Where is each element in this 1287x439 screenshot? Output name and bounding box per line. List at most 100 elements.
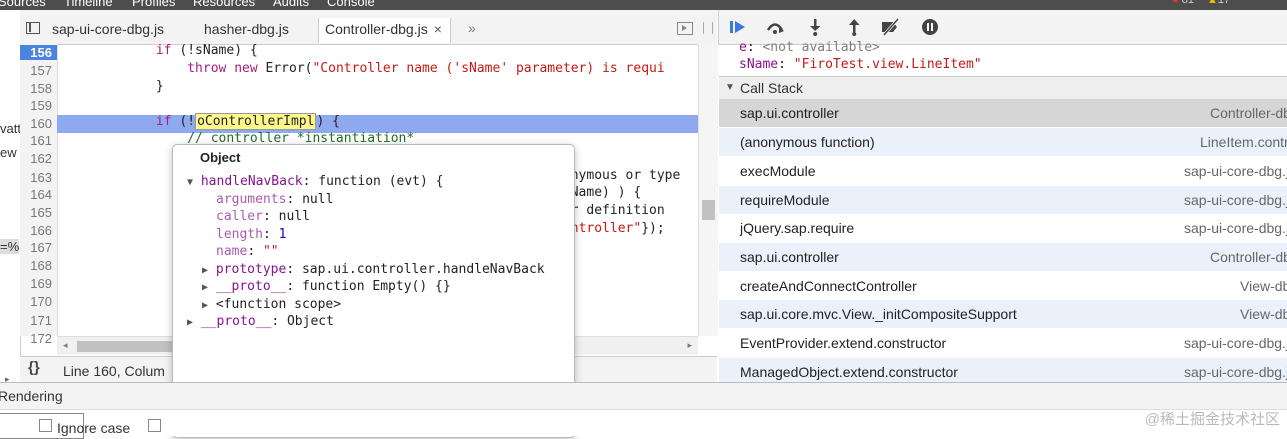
- call-frame-location[interactable]: sap-ui-core-dbg.js: [1184, 163, 1287, 179]
- deactivate-breakpoints-icon[interactable]: [880, 18, 900, 36]
- close-icon[interactable]: ×: [434, 21, 442, 37]
- call-frame-function: (anonymous function): [740, 134, 875, 150]
- resume-icon[interactable]: [729, 18, 747, 36]
- tree-row-arguments[interactable]: arguments: null: [216, 192, 333, 207]
- call-frame-function: jQuery.sap.require: [740, 220, 855, 236]
- tree-row-name[interactable]: name: "": [216, 244, 279, 259]
- collapsed-triangle-icon[interactable]: ▶: [202, 282, 208, 293]
- editor-tab-sap-ui-core[interactable]: sap-ui-core-dbg.js: [52, 21, 164, 37]
- call-frame-location[interactable]: View-dbg.js: [1240, 306, 1287, 322]
- editor-tab-controller[interactable]: Controller-dbg.js ×: [318, 18, 451, 43]
- tree-row-length[interactable]: length: 1: [216, 227, 286, 242]
- call-frame[interactable]: createAndConnectController View-dbg.js: [719, 272, 1287, 301]
- second-option-checkbox[interactable]: [148, 419, 161, 432]
- navigator-text-fragment: ew: [0, 145, 17, 160]
- tree-row-handlenavback[interactable]: ▼ handleNavBack: function (evt) {: [187, 174, 444, 189]
- line-number[interactable]: 167: [30, 240, 52, 255]
- code-line[interactable]: throw new Error("Controller name ('sName…: [62, 61, 664, 76]
- line-number[interactable]: 161: [30, 133, 52, 148]
- panel-tab-timeline[interactable]: Timeline: [64, 0, 113, 9]
- call-frame-function: createAndConnectController: [740, 278, 917, 294]
- step-into-icon[interactable]: [806, 18, 824, 36]
- toggle-debugger-icon[interactable]: [677, 22, 693, 35]
- panel-tab-resources[interactable]: Resources: [193, 0, 255, 9]
- tree-row-function-scope[interactable]: ▶ <function scope>: [202, 297, 341, 312]
- line-number[interactable]: 169: [30, 276, 52, 291]
- tree-row-proto-object[interactable]: ▶ __proto__: Object: [187, 314, 334, 329]
- drawer-tab-rendering[interactable]: Rendering: [0, 388, 63, 404]
- line-number[interactable]: 160: [30, 116, 52, 131]
- call-frame[interactable]: jQuery.sap.require sap-ui-core-dbg.js: [719, 214, 1287, 243]
- pane-resize-grip[interactable]: [703, 22, 713, 34]
- toggle-navigator-icon[interactable]: [26, 22, 40, 34]
- editor-tab-label: Controller-dbg.js: [325, 21, 428, 37]
- more-tabs-icon[interactable]: »: [468, 20, 476, 36]
- panel-tab-sources[interactable]: Sources: [0, 0, 46, 9]
- call-frame[interactable]: sap.ui.core.mvc.View._initCompositeSuppo…: [719, 300, 1287, 329]
- editor-tab-hasher[interactable]: hasher-dbg.js: [204, 21, 289, 37]
- scroll-left-icon[interactable]: ◂: [63, 340, 68, 351]
- scope-var-e[interactable]: e: <not available>: [739, 40, 880, 55]
- pause-on-exceptions-icon[interactable]: [921, 18, 939, 36]
- call-frame-location[interactable]: Controller-dbg.js: [1210, 249, 1287, 265]
- call-frame-location[interactable]: LineItem.controller.js: [1200, 134, 1287, 150]
- warning-count[interactable]: ▲17: [1207, 0, 1230, 6]
- code-line[interactable]: if (!sName) {: [62, 43, 258, 58]
- tree-row-proto-function[interactable]: ▶ __proto__: function Empty() {}: [202, 279, 451, 294]
- line-number[interactable]: 171: [30, 313, 52, 328]
- line-number[interactable]: 159: [30, 98, 52, 113]
- call-frame-function: execModule: [740, 163, 816, 179]
- editor-vertical-scrollbar[interactable]: [698, 44, 718, 336]
- call-frame-location[interactable]: Controller-dbg.js: [1210, 105, 1287, 121]
- call-frame[interactable]: EventProvider.extend.constructor sap-ui-c…: [719, 329, 1287, 358]
- line-number[interactable]: 164: [30, 187, 52, 202]
- line-number[interactable]: 166: [30, 223, 52, 238]
- call-frame-function: EventProvider.extend.constructor: [740, 335, 947, 351]
- scope-var-sname[interactable]: sName: "FiroTest.view.LineItem": [739, 57, 982, 72]
- tree-row-prototype[interactable]: ▶ prototype: sap.ui.controller.handleNav…: [202, 262, 545, 277]
- collapsed-triangle-icon[interactable]: ▶: [202, 265, 208, 276]
- call-frame-location[interactable]: sap-ui-core-dbg.js: [1184, 192, 1287, 208]
- step-over-icon[interactable]: [765, 18, 784, 36]
- tree-row-caller[interactable]: caller: null: [216, 209, 310, 224]
- call-frame-location[interactable]: sap-ui-core-dbg.js: [1184, 220, 1287, 236]
- call-frame[interactable]: (anonymous function) LineItem.controller.…: [719, 128, 1287, 157]
- line-number[interactable]: 162: [30, 151, 52, 166]
- line-number[interactable]: 163: [30, 170, 52, 185]
- pretty-print-icon[interactable]: {}: [28, 359, 40, 376]
- panel-tab-console[interactable]: Console: [327, 0, 375, 9]
- panel-tab-profiles[interactable]: Profiles: [132, 0, 175, 9]
- call-frame[interactable]: execModule sap-ui-core-dbg.js: [719, 157, 1287, 186]
- ignore-case-checkbox[interactable]: [39, 419, 52, 432]
- breakpoint-line-number[interactable]: 156: [20, 45, 57, 60]
- call-frame[interactable]: requireModule sap-ui-core-dbg.js: [719, 186, 1287, 215]
- line-number[interactable]: 168: [30, 258, 52, 273]
- code-line[interactable]: if (! oControllerImpl) {: [62, 113, 340, 130]
- call-frame-function: ManagedObject.extend.constructor: [740, 364, 958, 380]
- line-number[interactable]: 157: [30, 63, 52, 78]
- step-out-icon[interactable]: [845, 18, 863, 36]
- call-stack-title: Call Stack: [740, 80, 804, 96]
- call-frame-location[interactable]: View-dbg.js: [1240, 278, 1287, 294]
- panel-tab-audits[interactable]: Audits: [273, 0, 309, 9]
- line-number[interactable]: 170: [30, 294, 52, 309]
- line-number[interactable]: 158: [30, 81, 52, 96]
- call-frame-function: sap.ui.core.mvc.View._initCompositeSuppo…: [740, 306, 1017, 322]
- collapsed-triangle-icon[interactable]: ▶: [187, 317, 193, 328]
- scrollbar-thumb[interactable]: [702, 200, 715, 220]
- call-frame-location[interactable]: sap-ui-core-dbg.js: [1184, 364, 1287, 380]
- call-frame-selected[interactable]: sap.ui.controller Controller-dbg.js: [719, 99, 1287, 128]
- code-line[interactable]: }: [62, 79, 164, 94]
- expanded-triangle-icon[interactable]: ▼: [187, 177, 193, 188]
- devtools-top-tabbar: Sources Timeline Profiles Resources Audi…: [0, 0, 1287, 10]
- line-number[interactable]: 165: [30, 205, 52, 220]
- call-frame[interactable]: sap.ui.controller Controller-dbg.js: [719, 243, 1287, 272]
- collapsed-triangle-icon[interactable]: ▶: [202, 300, 208, 311]
- line-number-gutter[interactable]: 156 157 158 159 160 161 162 163 164 165 166 167 168 1…: [20, 44, 58, 346]
- error-count[interactable]: ● 81: [1172, 0, 1194, 6]
- scroll-right-icon[interactable]: ▸: [687, 340, 692, 351]
- line-number[interactable]: 172: [30, 331, 52, 346]
- call-frame-location[interactable]: sap-ui-core-dbg.js: [1184, 335, 1287, 351]
- call-stack-header[interactable]: ▼ Call Stack: [719, 76, 1287, 100]
- cursor-position: Line 160, Colum: [63, 363, 165, 379]
